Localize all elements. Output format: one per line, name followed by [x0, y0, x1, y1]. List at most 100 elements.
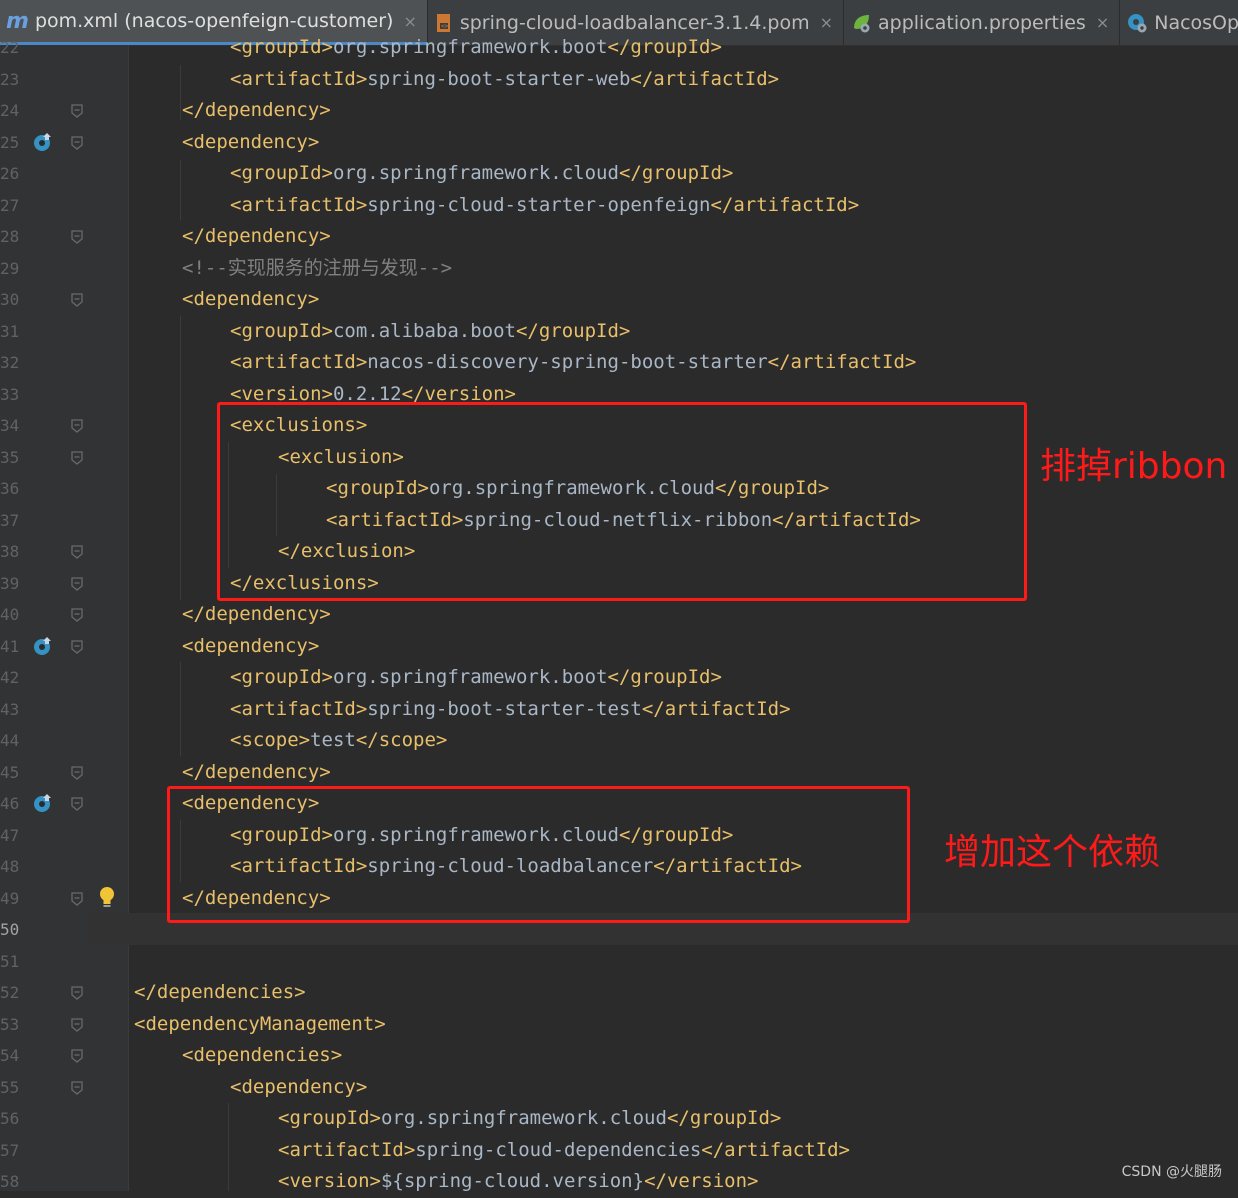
xml-tag: <groupId>: [278, 1107, 381, 1129]
close-icon[interactable]: ×: [820, 13, 833, 32]
code-line: 44 <scope>test</scope>: [0, 725, 1238, 757]
fold-marker-icon[interactable]: [71, 986, 83, 1000]
line-number: 46: [0, 794, 20, 813]
code-text: <dependency>: [230, 1072, 367, 1104]
code-line: 32 <artifactId>nacos-discovery-spring-boo…: [0, 347, 1238, 379]
fold-marker-icon[interactable]: [71, 1049, 83, 1063]
code-line: 31 <groupId>com.alibaba.boot</groupId>: [0, 316, 1238, 348]
xml-text: org.springframework.cloud: [380, 1107, 667, 1129]
code-text: <groupId>org.springframework.cloud</grou…: [278, 1103, 781, 1135]
xml-tag: </artifactId>: [701, 1138, 850, 1161]
fold-marker-icon[interactable]: [71, 104, 83, 118]
fold-marker-icon[interactable]: [71, 891, 83, 906]
line-number: 37: [0, 510, 20, 530]
fold-marker-icon[interactable]: [71, 1080, 83, 1095]
fold-marker-icon[interactable]: [71, 135, 83, 150]
fold-marker-icon[interactable]: [71, 765, 83, 780]
fold-marker-icon[interactable]: [71, 576, 83, 591]
xml-tag: </scope>: [355, 729, 448, 751]
xml-tag: <groupId>: [230, 36, 333, 58]
xml-text: org.springframework.cloud: [332, 162, 619, 184]
code-line: 56 <groupId>org.springframework.cloud</gr…: [0, 1103, 1238, 1135]
line-number: 47: [0, 825, 20, 845]
xml-tag: </dependency>: [182, 603, 331, 625]
line-number: 36: [0, 479, 20, 498]
xml-text: test: [310, 729, 356, 751]
line-number: 33: [0, 384, 20, 404]
line-number: 31: [0, 321, 20, 341]
line-number: 22: [0, 38, 20, 57]
line-number: 39: [0, 573, 20, 593]
close-icon[interactable]: ×: [403, 12, 416, 31]
code-text: <dependency>: [182, 631, 319, 663]
code-line: 58 <version>${spring-cloud.version}</vers…: [0, 1166, 1238, 1198]
line-number: 40: [0, 605, 20, 624]
code-text: </dependency>: [182, 95, 331, 127]
fold-marker-icon[interactable]: [71, 419, 83, 433]
xml-tag: </artifactId>: [767, 351, 917, 373]
xml-tag: <dependencyManagement>: [134, 1012, 386, 1035]
xml-tag: <artifactId>: [278, 1138, 416, 1161]
line-number: 50: [0, 920, 20, 939]
fold-marker-icon[interactable]: [71, 230, 83, 244]
code-line: 22 <groupId>org.springframework.boot</gro…: [0, 32, 1238, 64]
xml-tag: <dependency>: [182, 288, 320, 310]
xml-text: spring-boot-starter-web: [367, 67, 631, 90]
code-text: <dependencies>: [182, 1040, 342, 1072]
xml-text: nacos-discovery-spring-boot-starter: [367, 351, 768, 373]
xml-tag: </dependency>: [182, 760, 331, 783]
fold-marker-icon[interactable]: [71, 797, 83, 811]
line-number: 54: [0, 1046, 20, 1065]
override-gutter-icon[interactable]: [32, 635, 54, 657]
code-line: 24 </dependency>: [0, 95, 1238, 127]
xml-tag: </version>: [644, 1170, 759, 1192]
code-line: 53 <dependencyManagement>: [0, 1009, 1238, 1041]
xml-tag: </artifactId>: [710, 193, 860, 216]
code-line: 45 </dependency>: [0, 757, 1238, 789]
xml-tag: <version>: [278, 1170, 381, 1192]
xml-tag: </groupId>: [666, 1107, 782, 1129]
code-line: 52 </dependencies>: [0, 977, 1238, 1009]
code-line: 42 <groupId>org.springframework.boot</gro…: [0, 662, 1238, 694]
code-line: 28 </dependency>: [0, 221, 1238, 253]
line-number: 56: [0, 1109, 20, 1128]
code-text: <groupId>org.springframework.cloud</grou…: [230, 158, 733, 190]
code-text: <artifactId>spring-cloud-starter-openfei…: [230, 190, 859, 222]
fold-marker-icon[interactable]: [71, 608, 83, 622]
xml-tag: <artifactId>: [230, 351, 368, 373]
xml-tag: <dependency>: [182, 130, 320, 153]
override-gutter-icon[interactable]: [32, 131, 54, 153]
xml-tag: </artifactId>: [641, 697, 791, 720]
line-number: 38: [0, 542, 20, 561]
code-text: <scope>test</scope>: [230, 725, 447, 757]
line-number: 45: [0, 762, 20, 782]
code-text: </dependency>: [182, 757, 331, 789]
line-number: 48: [0, 857, 20, 876]
xml-tag: <artifactId>: [230, 697, 368, 720]
line-number: 27: [0, 195, 20, 215]
fold-marker-icon[interactable]: [71, 293, 83, 307]
line-number: 58: [0, 1172, 20, 1191]
fold-marker-icon[interactable]: [71, 639, 83, 654]
fold-marker-icon[interactable]: [71, 545, 83, 559]
fold-marker-icon[interactable]: [71, 450, 83, 465]
override-gutter-icon[interactable]: [32, 792, 54, 814]
code-text: <artifactId>spring-cloud-dependencies</a…: [278, 1135, 850, 1167]
close-icon[interactable]: ×: [1096, 13, 1109, 32]
xml-tag: </groupId>: [515, 319, 631, 342]
line-number: 25: [0, 132, 20, 152]
xml-text: org.springframework.boot: [332, 666, 608, 688]
xml-tag: <dependency>: [182, 634, 320, 657]
line-number: 35: [0, 447, 20, 467]
code-text: <!--实现服务的注册与发现-->: [182, 253, 452, 285]
line-number: 32: [0, 353, 20, 372]
fold-marker-icon[interactable]: [71, 1017, 83, 1032]
lightbulb-icon[interactable]: [98, 886, 116, 910]
exclude-ribbon-note: 排掉ribbon: [1040, 446, 1228, 487]
code-text: </dependencies>: [134, 977, 306, 1009]
line-number: 42: [0, 668, 20, 687]
line-number: 26: [0, 164, 20, 183]
xml-comment: <!--实现服务的注册与发现-->: [182, 256, 453, 279]
line-number: 57: [0, 1140, 20, 1160]
xml-tag: <groupId>: [230, 666, 333, 688]
